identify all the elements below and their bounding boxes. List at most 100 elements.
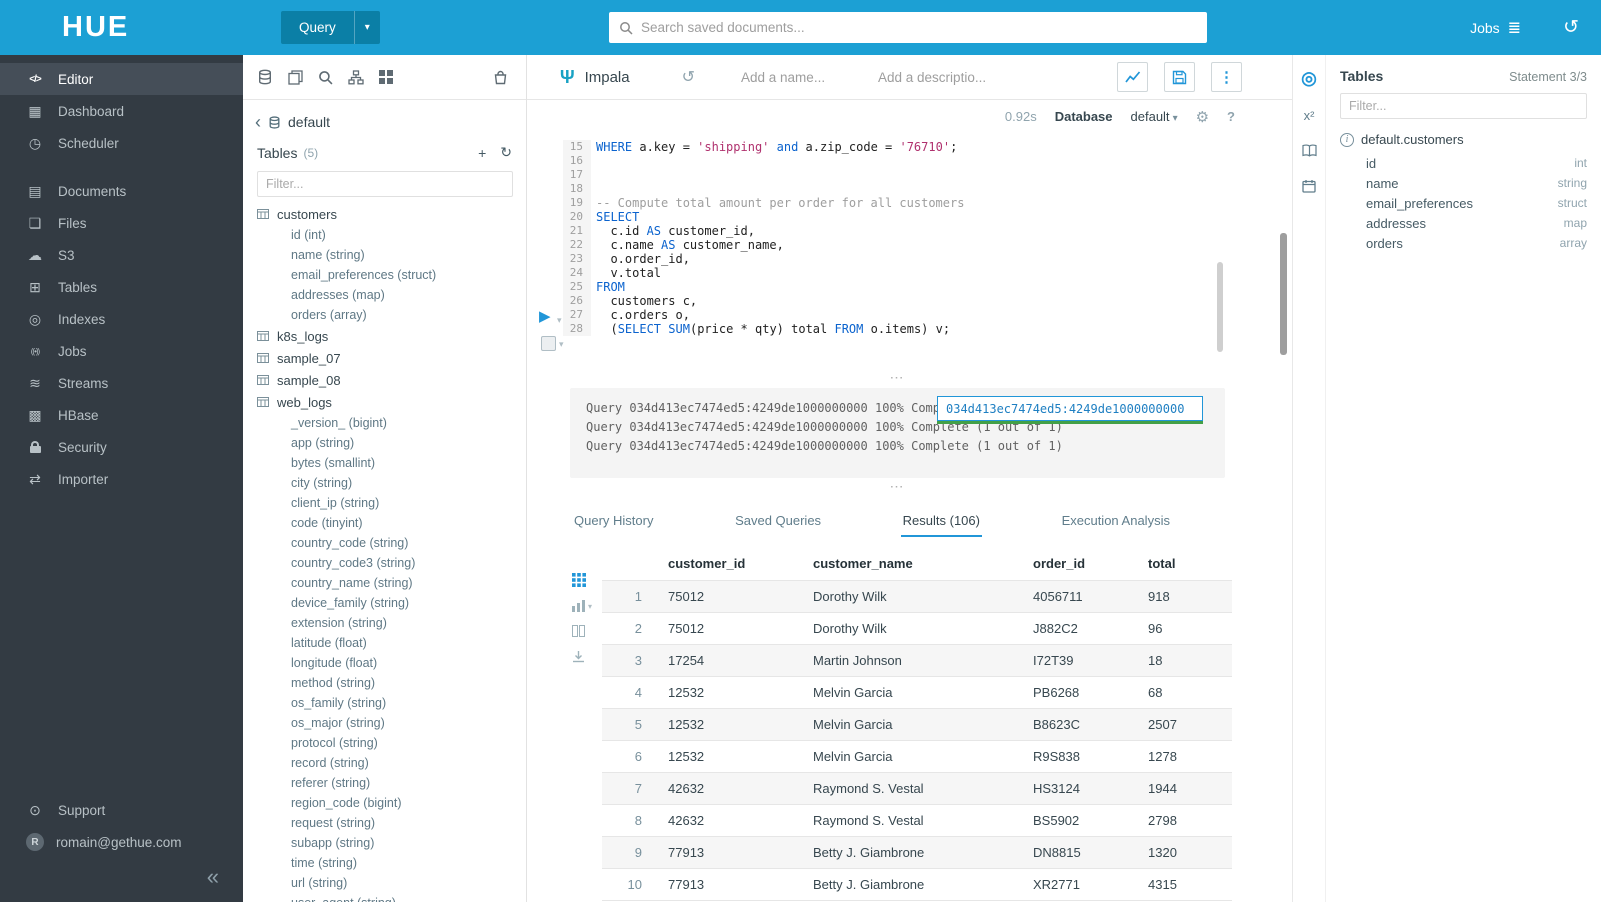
assist-column[interactable]: referer (string) [257,773,526,793]
assist-search-icon[interactable] [318,70,333,85]
assist-table-customers[interactable]: customers [257,203,526,225]
assist-column[interactable]: method (string) [257,673,526,693]
assist-column[interactable]: country_code (string) [257,533,526,553]
assist-column[interactable]: device_family (string) [257,593,526,613]
add-table-button[interactable]: + [478,145,486,161]
apps-grid-icon[interactable] [379,70,393,84]
save-button[interactable] [1164,62,1195,92]
sitemap-icon[interactable] [348,70,364,85]
code-line-16[interactable]: 16 [563,154,1227,168]
query-name-input[interactable] [741,70,836,85]
sidebar-item-support[interactable]: ⊙ Support [0,794,243,826]
tab-query-history[interactable]: Query History [572,505,655,537]
help-icon[interactable]: ? [1227,109,1235,124]
sidebar-item-indexes[interactable]: ◎Indexes [0,303,243,335]
assist-column[interactable]: country_code3 (string) [257,553,526,573]
databases-source-icon[interactable] [257,69,273,85]
result-row[interactable]: 842632Raymond S. VestalBS59022798 [602,805,1232,837]
sidebar-item-hbase[interactable]: ▩HBase [0,399,243,431]
sidebar-item-security[interactable]: Security [0,431,243,463]
results-header-order-id[interactable]: order_id [1025,547,1140,581]
download-results-button[interactable] [572,650,585,663]
result-row[interactable]: 317254Martin JohnsonI72T3918 [602,645,1232,677]
result-row[interactable]: 275012Dorothy WilkJ882C296 [602,613,1232,645]
new-query-dropdown-caret[interactable]: ▾ [354,11,380,44]
assist-column[interactable]: extension (string) [257,613,526,633]
sidebar-item-tables[interactable]: ⊞Tables [0,271,243,303]
documents-assist-icon[interactable] [288,70,303,85]
code-line-23[interactable]: 23 o.order_id, [563,252,1227,266]
results-header-customer-name[interactable]: customer_name [805,547,1025,581]
assist-table-sample-07[interactable]: sample_07 [257,347,526,369]
assist-column[interactable]: addresses (map) [257,285,526,305]
code-line-28[interactable]: 28 (SELECT SUM(price * qty) total FROM o… [563,322,1227,336]
snippet-settings-gear-icon[interactable]: ⚙ [1196,108,1209,126]
new-query-button[interactable]: Query [281,11,354,44]
code-line-27[interactable]: 27 c.orders o, [563,308,1227,322]
code-line-17[interactable]: 17 [563,168,1227,182]
execute-query-button[interactable]: ▶ [539,309,551,324]
log-resize-handle-bottom[interactable]: ⋯ [867,482,927,490]
code-line-18[interactable]: 18 [563,182,1227,196]
assist-column[interactable]: orders (array) [257,305,526,325]
schedule-panel-icon[interactable] [1302,179,1316,193]
result-row[interactable]: 977913Betty J. GiambroneDN88151320 [602,837,1232,869]
assist-column[interactable]: subapp (string) [257,833,526,853]
breadcrumb-back-chevron[interactable]: ‹ [255,113,261,131]
snippet-kebab-menu-button[interactable]: ⋮ [1211,62,1242,92]
assist-column[interactable]: city (string) [257,473,526,493]
results-header-customer-id[interactable]: customer_id [660,547,805,581]
assist-table-k8s-logs[interactable]: k8s_logs [257,325,526,347]
sidebar-item-s3[interactable]: ☁S3 [0,239,243,271]
code-line-19[interactable]: 19-- Compute total amount per order for … [563,196,1227,210]
tab-saved-queries[interactable]: Saved Queries [733,505,823,537]
assist-column[interactable]: protocol (string) [257,733,526,753]
assist-column[interactable]: _version_ (bigint) [257,413,526,433]
breadcrumb-database-name[interactable]: default [288,114,330,130]
chart-view-button[interactable] [1117,62,1148,92]
sql-code-editor[interactable]: 15WHERE a.key = 'shipping' and a.zip_cod… [563,140,1227,336]
assist-column[interactable]: email_preferences (struct) [257,265,526,285]
result-row[interactable]: 175012Dorothy Wilk4056711918 [602,581,1232,613]
code-line-22[interactable]: 22 c.name AS customer_name, [563,238,1227,252]
assist-column[interactable]: request (string) [257,813,526,833]
sidebar-item-user[interactable]: R romain@gethue.com [0,826,243,858]
functions-panel-icon[interactable]: x² [1304,109,1315,122]
editor-scrollbar[interactable] [1217,262,1223,352]
result-row[interactable]: 612532Melvin GarciaR9S8381278 [602,741,1232,773]
jobs-button[interactable]: Jobs ≣ [1470,18,1521,38]
code-line-21[interactable]: 21 c.id AS customer_id, [563,224,1227,238]
sidebar-item-files[interactable]: ❏Files [0,207,243,239]
right-assist-filter-input[interactable] [1340,93,1587,119]
sidebar-item-documents[interactable]: ▤Documents [0,175,243,207]
assist-column[interactable]: os_major (string) [257,713,526,733]
snippet-options-caret[interactable]: ▾ [559,339,564,350]
schema-column-id[interactable]: idint [1340,153,1587,173]
sidebar-item-editor[interactable]: </>Editor [0,63,243,95]
sidebar-item-jobs[interactable]: ((•))Jobs [0,335,243,367]
code-line-26[interactable]: 26 customers c, [563,294,1227,308]
assist-column[interactable]: record (string) [257,753,526,773]
code-line-24[interactable]: 24 v.total [563,266,1227,280]
search-input[interactable] [641,20,1197,35]
sidebar-item-importer[interactable]: ⇄Importer [0,463,243,495]
result-row[interactable]: 412532Melvin GarciaPB626868 [602,677,1232,709]
database-select[interactable]: default▾ [1131,109,1178,124]
grid-view-button[interactable] [572,573,586,587]
assist-column[interactable]: app (string) [257,433,526,453]
assist-table-web-logs[interactable]: web_logs [257,391,526,413]
columns-list-button[interactable] [572,625,585,637]
result-row[interactable]: 512532Melvin GarciaB8623C2507 [602,709,1232,741]
assist-column[interactable]: os_family (string) [257,693,526,713]
assist-column[interactable]: longitude (float) [257,653,526,673]
sidebar-item-dashboard[interactable]: ▦Dashboard [0,95,243,127]
snippet-history-icon[interactable]: ↺ [682,67,695,87]
schema-column-orders[interactable]: ordersarray [1340,233,1587,253]
sidebar-collapse-button[interactable]: « [207,866,219,888]
code-line-20[interactable]: 20SELECT [563,210,1227,224]
query-history-icon[interactable]: ↺ [1563,16,1579,39]
schema-column-addresses[interactable]: addressesmap [1340,213,1587,233]
results-header-total[interactable]: total [1140,547,1232,581]
assist-column[interactable]: code (tinyint) [257,513,526,533]
assist-column[interactable]: user_agent (string) [257,893,526,902]
